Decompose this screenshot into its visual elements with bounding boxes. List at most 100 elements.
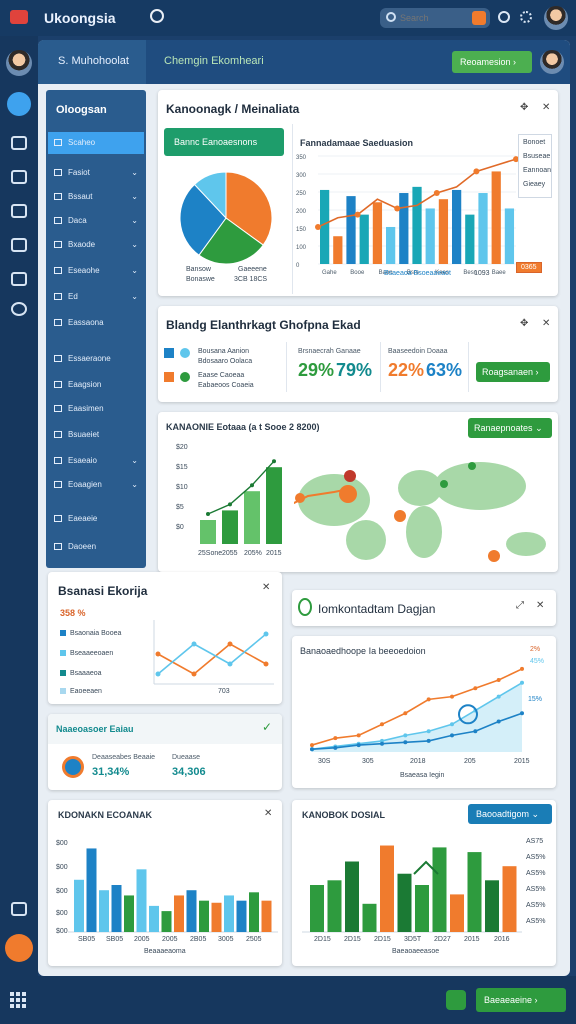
- cloud-icon[interactable]: [11, 170, 27, 184]
- gear-icon[interactable]: [520, 11, 532, 23]
- bar-chart-footnote: Bsaeaoa Bsoeaaeaot: [384, 270, 451, 277]
- sidebar-item-label: Bxaode: [68, 240, 96, 249]
- sidebar-item-3[interactable]: Daca ⌄: [48, 210, 144, 232]
- sidebar-item-6[interactable]: Ed ⌄: [48, 286, 144, 308]
- diagram-card-header: Iomkontadtam Dagjan ⤢ ✕: [292, 590, 556, 626]
- ml-legend-bottom: Bsaeasa Iegin: [400, 772, 445, 779]
- header-tab-1[interactable]: S. Muhohoolat: [58, 55, 129, 67]
- series-point: [426, 729, 431, 734]
- sidebar-item-5[interactable]: Eseaohe ⌄: [48, 260, 144, 282]
- map-x-3: 2015: [266, 550, 282, 557]
- pie-filter-label: Bannc Eanoaesnons: [174, 137, 258, 147]
- refresh-icon[interactable]: [11, 302, 27, 316]
- close-icon[interactable]: ✕: [262, 582, 270, 593]
- notification-icon[interactable]: [5, 934, 33, 962]
- series-point: [380, 722, 384, 727]
- swatch: [60, 630, 66, 637]
- sidebar-item-12[interactable]: Esaeaio ⌄: [48, 450, 144, 472]
- kpi-action-button[interactable]: Roagsanaen ›: [476, 362, 550, 382]
- header-tab-2[interactable]: Chemgin Ekomheari: [164, 55, 264, 67]
- sidebar-item-9[interactable]: Eaagsion: [48, 374, 144, 396]
- kpi-line-2: Eaase Caoeaa: [198, 372, 245, 379]
- bar-card-right-button[interactable]: Baooadtigom ⌄: [468, 804, 552, 824]
- document-icon[interactable]: [11, 204, 27, 218]
- share-icon[interactable]: [446, 990, 466, 1010]
- search-input[interactable]: [400, 10, 468, 26]
- series-point: [333, 745, 338, 750]
- sidebar-item-11[interactable]: Bsuaeiet: [48, 424, 144, 446]
- home-icon[interactable]: [7, 92, 31, 116]
- sidebar-item-label: Eaeaeie: [68, 514, 98, 523]
- chat-icon[interactable]: [11, 136, 27, 150]
- br-right-1: AS5%: [526, 854, 546, 861]
- value-c: 45%: [530, 658, 545, 665]
- close-icon[interactable]: ✕: [542, 102, 550, 113]
- user-avatar[interactable]: [544, 6, 568, 30]
- bar: [491, 171, 501, 264]
- br-right-0: AS75: [526, 838, 544, 845]
- sidebar-item-2[interactable]: Bssaut ⌄: [48, 186, 144, 208]
- series-point: [496, 719, 501, 724]
- sidebar-item-7[interactable]: Eassaona: [48, 312, 144, 334]
- expand-icon[interactable]: ⤢: [516, 600, 524, 611]
- sidebar-item-icon: [54, 457, 62, 464]
- br-x-4: 2D27: [434, 936, 451, 943]
- chart-icon: [164, 372, 174, 382]
- header-avatar[interactable]: [540, 50, 564, 74]
- bar: [359, 214, 369, 264]
- sidebar-item-0[interactable]: Scaheo: [48, 132, 144, 154]
- trend-point: [433, 190, 440, 197]
- bar: [111, 885, 122, 932]
- pie-filter-button[interactable]: Bannc Eanoaesnons: [164, 128, 284, 156]
- pie-label-3: 3CB 18CS: [234, 276, 268, 283]
- bar: [380, 845, 394, 932]
- sidebar-item-1[interactable]: Fasiot ⌄: [48, 162, 144, 184]
- bar-chart-legend: Bonoet Bsuseae Eannoan Gieaey: [518, 134, 552, 198]
- summary-stat2-value: 34,306: [172, 766, 206, 778]
- map-y-1: $15: [176, 464, 188, 471]
- grid-icon[interactable]: [11, 238, 27, 252]
- clock-icon[interactable]: [498, 11, 510, 23]
- ml-x-0: 30S: [318, 758, 331, 765]
- map-action-button[interactable]: Ranaepnoates ⌄: [468, 418, 552, 438]
- profile-avatar[interactable]: [6, 50, 32, 76]
- expand-icon[interactable]: ✥: [520, 102, 528, 113]
- map-y-0: $20: [176, 444, 188, 451]
- sidebar-item-label: Eoaagien: [68, 480, 102, 489]
- sidebar-item-13[interactable]: Eoaagien ⌄: [48, 474, 144, 496]
- sidebar-item-label: Fasiot: [68, 168, 90, 177]
- close-icon[interactable]: ✕: [542, 318, 550, 329]
- bar: [136, 869, 147, 932]
- search-icon: [386, 12, 396, 22]
- bottom-bar: Baeaeaeine ›: [0, 976, 576, 1024]
- pin-icon[interactable]: [150, 9, 164, 23]
- expand-icon[interactable]: ✥: [520, 318, 528, 329]
- sidebar-item-4[interactable]: Bxaode ⌄: [48, 234, 144, 256]
- sidebar-item-8[interactable]: Essaeraone: [48, 348, 144, 370]
- search-submit-button[interactable]: [472, 11, 486, 25]
- key-icon[interactable]: [11, 272, 27, 286]
- series-point: [227, 641, 233, 647]
- swatch: [60, 650, 66, 657]
- apps-grid-icon[interactable]: [10, 992, 26, 1008]
- export-icon[interactable]: [11, 902, 27, 916]
- sidebar-heading: Oloogsan: [56, 104, 107, 116]
- trend-line-chart: [153, 620, 274, 685]
- sidebar-item-icon: [54, 193, 62, 200]
- sidebar-item-14[interactable]: Eaeaeie: [48, 508, 144, 530]
- trend-legend-1: Bseaaeeoaen: [60, 650, 113, 657]
- sidebar-item-15[interactable]: Daoeen: [48, 536, 144, 558]
- header-action-button[interactable]: Reoamesion ›: [452, 51, 532, 73]
- series-line: [157, 633, 267, 675]
- search-box[interactable]: [380, 8, 490, 28]
- x-tick-label: Baee: [492, 270, 507, 276]
- br-x-6: 2016: [494, 936, 510, 943]
- legend-3: Gieaey: [523, 181, 546, 188]
- close-icon[interactable]: ✕: [536, 600, 544, 611]
- bottom-action-button[interactable]: Baeaeaeine ›: [476, 988, 566, 1012]
- close-icon[interactable]: ✕: [264, 808, 272, 819]
- stat2-value-b: 63%: [426, 360, 463, 380]
- sidebar-item-10[interactable]: Eaasimen: [48, 398, 144, 420]
- br-x-3: 3D5T: [404, 936, 422, 943]
- bar: [478, 193, 488, 264]
